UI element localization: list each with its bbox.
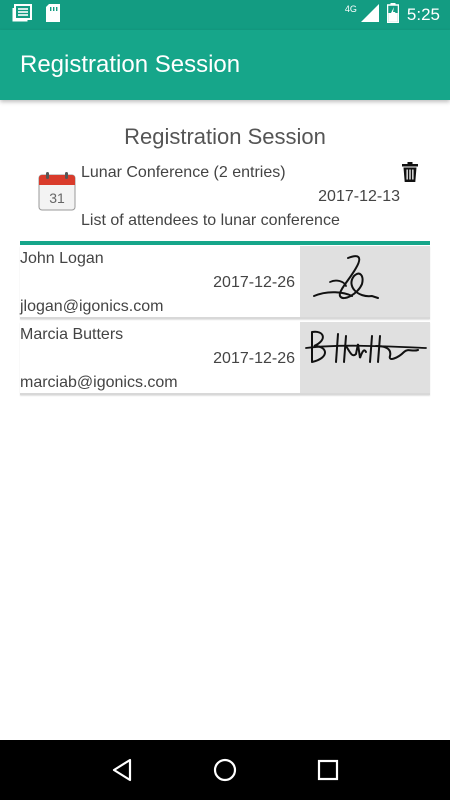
status-time: 5:25 (406, 5, 440, 24)
signature-image (300, 246, 430, 317)
calendar-icon: 31 (38, 171, 76, 211)
calendar-day-text: 31 (49, 190, 65, 206)
entry-email: jlogan@igonics.com (20, 298, 164, 315)
entry-date: 2017-12-26 (213, 350, 295, 367)
back-icon[interactable] (107, 755, 137, 785)
entry-name: Marcia Butters (20, 326, 124, 343)
status-bar: 4G 5:25 (0, 0, 450, 30)
recents-icon[interactable] (313, 755, 343, 785)
notes-icon (12, 3, 32, 27)
list-item[interactable]: John Logan 2017-12-26 jlogan@igonics.com (20, 246, 430, 319)
signal-icon (360, 3, 379, 27)
session-name: Lunar Conference (2 entries) (81, 164, 286, 181)
session-heading: Registration Session (124, 124, 326, 149)
signature-image (300, 322, 430, 393)
battery-charging-icon (386, 2, 400, 28)
app-title: Registration Session (20, 51, 241, 78)
status-left (12, 3, 60, 27)
navigation-bar (0, 740, 450, 800)
accent-divider (20, 241, 430, 245)
trash-icon[interactable] (402, 162, 418, 182)
session-date: 2017-12-13 (318, 188, 400, 205)
list-item[interactable]: Marcia Butters 2017-12-26 marciab@igonic… (20, 322, 430, 395)
network-type-label: 4G (344, 4, 357, 14)
session-card[interactable]: 31 Lunar Conference (2 entries) 2017-12-… (20, 158, 430, 238)
entry-date: 2017-12-26 (213, 274, 295, 291)
content-area: Registration Session 31 Lunar Conference… (0, 100, 450, 740)
entry-name: John Logan (20, 250, 104, 267)
entry-email: marciab@igonics.com (20, 374, 178, 391)
entry-list: John Logan 2017-12-26 jlogan@igonics.com… (20, 246, 430, 398)
sim-card-icon (46, 3, 60, 27)
app-bar: Registration Session (0, 30, 450, 100)
status-right: 4G 5:25 (344, 2, 440, 28)
session-description: List of attendees to lunar conference (81, 212, 340, 229)
home-icon[interactable] (210, 755, 240, 785)
